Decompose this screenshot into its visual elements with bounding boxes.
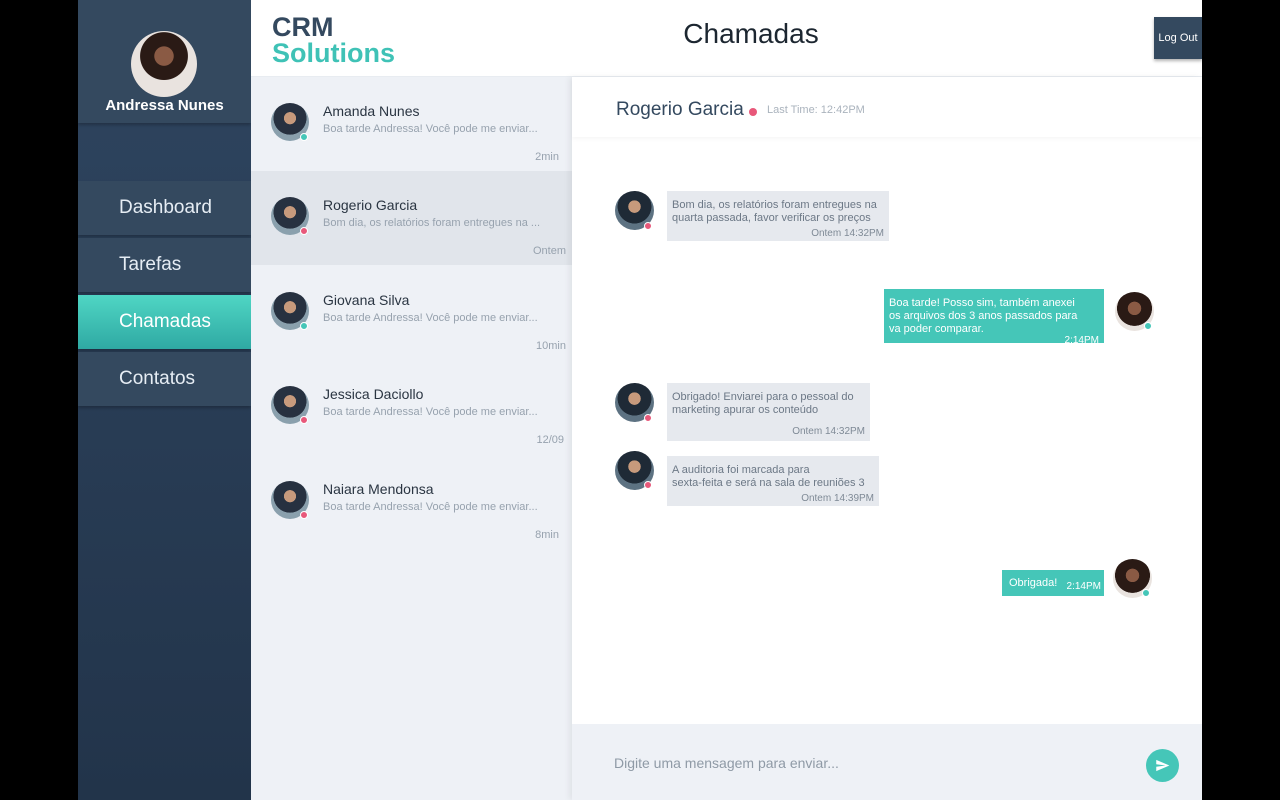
message-bubble-outgoing: Boa tarde! Posso sim, também anexei os a… (884, 289, 1104, 346)
message-bubble-incoming: A auditoria foi marcada para sexta-feita… (667, 456, 879, 506)
message-bubble-incoming: Obrigado! Enviarei para o pessoal do mar… (667, 383, 870, 441)
contact-name: Jessica Daciollo (323, 386, 424, 402)
conversation-item[interactable]: Naiara Mendonsa Boa tarde Andressa! Você… (251, 455, 572, 549)
message-input[interactable] (614, 751, 1134, 775)
status-offline-icon (644, 414, 652, 422)
message-text: marketing apurar os conteúdo (672, 404, 819, 416)
conversation-item[interactable]: Jessica Daciollo Boa tarde Andressa! Voc… (251, 360, 572, 454)
status-offline-icon (644, 481, 652, 489)
message-time: Ontem 14:32PM (811, 228, 884, 239)
send-icon (1156, 759, 1170, 772)
message-text: A auditoria foi marcada para (672, 464, 810, 476)
app-logo: CRM Solutions (272, 12, 395, 68)
message-preview: Bom dia, os relatórios foram entregues n… (323, 217, 541, 229)
chat-panel: Rogerio Garcia Last Time: 12:42PM Bom di… (572, 77, 1202, 800)
logo-line2: Solutions (272, 38, 395, 68)
conversation-item[interactable]: Amanda Nunes Boa tarde Andressa! Você po… (251, 77, 572, 171)
status-online-icon (300, 322, 308, 330)
contact-name: Rogerio Garcia (323, 197, 418, 213)
status-offline-icon (300, 511, 308, 519)
message-time: Ontem 14:39PM (801, 493, 874, 504)
message-text: Boa tarde! Posso sim, também anexei (889, 297, 1075, 309)
message-preview: Boa tarde Andressa! Você pode me enviar.… (323, 501, 538, 513)
user-profile: Andressa Nunes (78, 0, 251, 123)
message-text: sexta-feita e será na sala de reuniões 3 (672, 477, 865, 489)
status-online-icon (1144, 322, 1152, 330)
status-offline-icon (300, 227, 308, 235)
contact-name: Giovana Silva (323, 292, 410, 308)
message-composer (572, 724, 1202, 800)
nav-item-contatos[interactable]: Contatos (78, 352, 251, 406)
sidebar: Andressa Nunes Dashboard Tarefas Chamada… (78, 0, 251, 800)
conversation-item[interactable]: Giovana Silva Boa tarde Andressa! Você p… (251, 266, 572, 360)
message-time: 10min (536, 340, 566, 352)
contact-name: Naiara Mendonsa (323, 481, 434, 497)
message-preview: Boa tarde Andressa! Você pode me enviar.… (323, 123, 538, 135)
conversation-list: Amanda Nunes Boa tarde Andressa! Você po… (251, 77, 572, 800)
message-time: 2:14PM (1066, 581, 1101, 592)
status-online-icon (1142, 589, 1150, 597)
message-text: Obrigada! (1009, 577, 1058, 589)
nav-item-chamadas[interactable]: Chamadas (78, 295, 251, 349)
message-text: quarta passada, favor verificar os preço… (672, 212, 871, 224)
user-name: Andressa Nunes (105, 97, 224, 114)
message-time: 8min (535, 529, 559, 541)
logout-button[interactable]: Log Out (1154, 17, 1202, 59)
message-preview: Boa tarde Andressa! Você pode me enviar.… (323, 406, 538, 418)
user-avatar-icon (131, 31, 197, 97)
send-button[interactable] (1146, 749, 1179, 782)
message-text: Bom dia, os relatórios foram entregues n… (672, 199, 877, 211)
chat-last-time: Last Time: 12:42PM (767, 104, 865, 116)
nav-item-tarefas[interactable]: Tarefas (78, 238, 251, 292)
status-offline-icon (749, 108, 757, 116)
conversation-item[interactable]: Rogerio Garcia Bom dia, os relatórios fo… (251, 171, 572, 265)
status-online-icon (300, 133, 308, 141)
message-preview: Boa tarde Andressa! Você pode me enviar.… (323, 312, 538, 324)
logo-line1: CRM (272, 12, 334, 42)
message-time: 2min (535, 151, 559, 163)
status-offline-icon (644, 222, 652, 230)
contact-name: Amanda Nunes (323, 103, 420, 119)
message-time: Ontem (532, 245, 566, 257)
message-bubble-outgoing: Obrigada! 2:14PM (1002, 570, 1104, 596)
chat-contact-name: Rogerio Garcia (616, 99, 744, 120)
message-time: Ontem 14:32PM (792, 426, 865, 437)
app-window: Andressa Nunes Dashboard Tarefas Chamada… (78, 0, 1202, 800)
message-text: os arquivos dos 3 anos passados para (889, 310, 1078, 322)
message-bubble-incoming: Bom dia, os relatórios foram entregues n… (667, 191, 889, 241)
status-offline-icon (300, 416, 308, 424)
chat-header: Rogerio Garcia Last Time: 12:42PM (572, 77, 1202, 137)
message-text: Obrigado! Enviarei para o pessoal do (672, 391, 854, 403)
nav-item-dashboard[interactable]: Dashboard (78, 181, 251, 235)
header: CRM Solutions Chamadas Log Out (251, 0, 1202, 77)
message-time: 12/09 (536, 434, 564, 446)
page-title: Chamadas (683, 18, 819, 49)
